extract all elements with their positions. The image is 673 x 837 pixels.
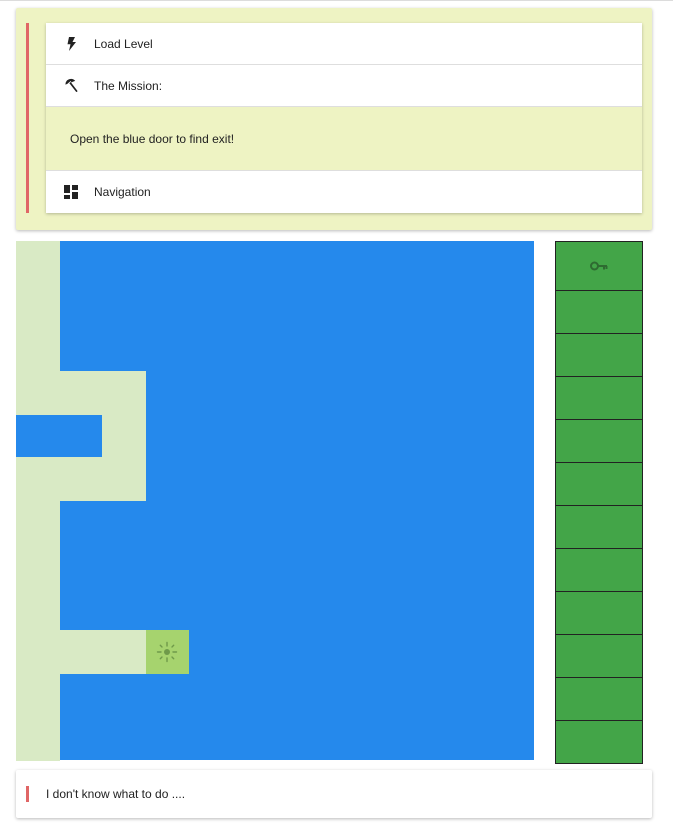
inventory-slot[interactable]: [555, 634, 643, 678]
accent-bar: [26, 23, 29, 213]
sun-icon: [156, 641, 178, 663]
floor-tile: [102, 630, 146, 674]
mission-description: Open the blue door to find exit!: [46, 107, 642, 171]
inventory-slot[interactable]: [555, 376, 643, 420]
side-menu: Load Level The Mission: Open the blue do…: [46, 23, 642, 213]
floor-tile: [16, 716, 60, 761]
beach-umbrella-icon: [64, 78, 78, 93]
floor-tile: [16, 457, 60, 501]
floor-tile: [16, 241, 60, 285]
floor-tile: [59, 457, 103, 501]
game-board[interactable]: [16, 241, 534, 761]
floor-tile: [102, 457, 146, 501]
inventory-column: [555, 241, 643, 764]
key-icon: [590, 261, 608, 271]
inventory-slot[interactable]: [555, 241, 643, 291]
mission-label: The Mission:: [94, 78, 163, 93]
floor-tile: [16, 673, 60, 718]
message-panel: I don't know what to do ....: [16, 770, 652, 818]
inventory-slot[interactable]: [555, 333, 643, 377]
inventory-slot[interactable]: [555, 677, 643, 721]
floor-tile: [16, 370, 60, 415]
floor-tile: [16, 327, 60, 372]
status-message: I don't know what to do ....: [46, 787, 186, 801]
inventory-slot[interactable]: [555, 462, 643, 506]
load-level-item[interactable]: Load Level: [46, 23, 642, 65]
floor-tile: [16, 500, 60, 545]
navigation-item[interactable]: Navigation: [46, 171, 642, 212]
inventory-slot[interactable]: [555, 591, 643, 635]
inventory-slot[interactable]: [555, 505, 643, 549]
player-tile: [145, 630, 189, 674]
load-level-label: Load Level: [94, 36, 153, 51]
floor-tile: [59, 370, 103, 415]
mission-panel: Load Level The Mission: Open the blue do…: [16, 8, 652, 230]
floor-tile: [102, 414, 146, 458]
floor-tile: [16, 587, 60, 631]
floor-tile: [59, 630, 103, 674]
navigation-label: Navigation: [94, 184, 151, 199]
dashboard-icon: [64, 184, 78, 199]
inventory-slot[interactable]: [555, 720, 643, 764]
message-accent-bar: [26, 786, 29, 802]
inventory-slot[interactable]: [555, 419, 643, 463]
inventory-slot[interactable]: [555, 290, 643, 334]
floor-tile: [16, 284, 60, 328]
top-divider: [0, 0, 673, 1]
floor-tile: [16, 543, 60, 588]
lightning-bolt-icon: [64, 36, 78, 51]
floor-tile: [102, 370, 146, 415]
mission-item[interactable]: The Mission:: [46, 65, 642, 107]
inventory-slot[interactable]: [555, 548, 643, 592]
floor-tile: [16, 630, 60, 674]
